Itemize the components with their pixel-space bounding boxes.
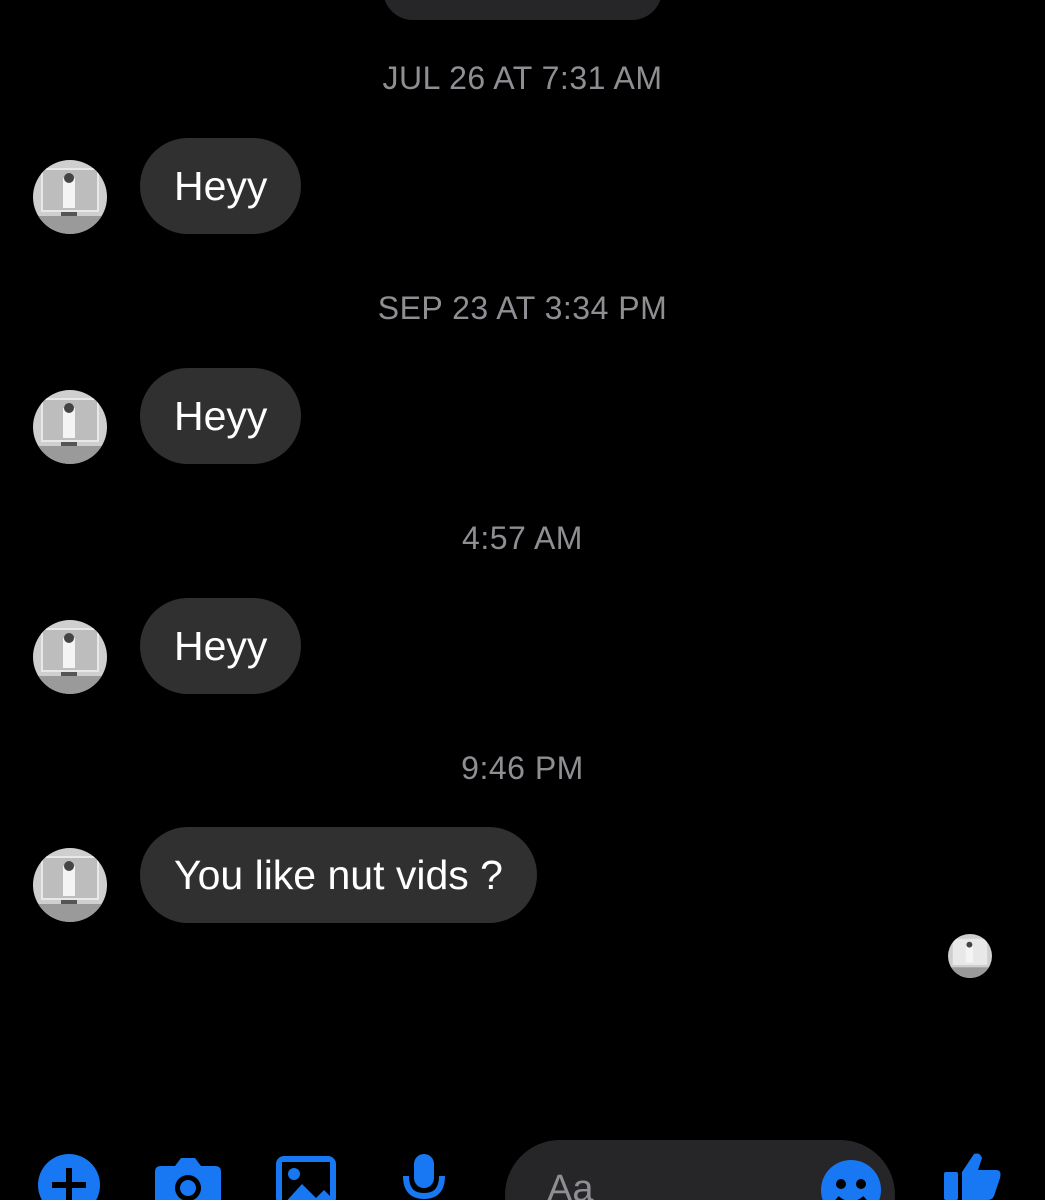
message-input-placeholder: Aa [547,1168,594,1200]
gallery-icon[interactable] [276,1156,336,1200]
message-timestamp: JUL 26 AT 7:31 AM [382,60,663,96]
message-text: Heyy [174,623,268,669]
message-input[interactable]: Aa [505,1140,895,1200]
read-receipt-avatar [948,934,992,978]
message-timestamp: 9:46 PM [461,750,584,786]
message-bubble[interactable]: You like nut vids ? [140,827,537,923]
camera-icon[interactable] [155,1154,221,1200]
plus-icon[interactable] [38,1154,100,1200]
message-bubble[interactable]: Heyy [140,368,302,464]
sender-avatar[interactable] [33,160,107,234]
thumbs-up-icon[interactable] [944,1152,1002,1200]
composer-bar: Aa [0,1130,1045,1200]
message-timestamp: 4:57 AM [462,520,583,556]
message-text: Heyy [174,393,268,439]
previous-message-bubble [383,0,662,20]
message-timestamp: SEP 23 AT 3:34 PM [377,290,668,326]
message-text: You like nut vids ? [174,852,503,898]
sender-avatar[interactable] [33,620,107,694]
message-text: Heyy [174,163,268,209]
emoji-icon[interactable] [821,1160,881,1200]
sender-avatar[interactable] [33,390,107,464]
message-bubble[interactable]: Heyy [140,138,302,234]
sender-avatar[interactable] [33,848,107,922]
message-bubble[interactable]: Heyy [140,598,302,694]
microphone-icon[interactable] [402,1154,446,1200]
